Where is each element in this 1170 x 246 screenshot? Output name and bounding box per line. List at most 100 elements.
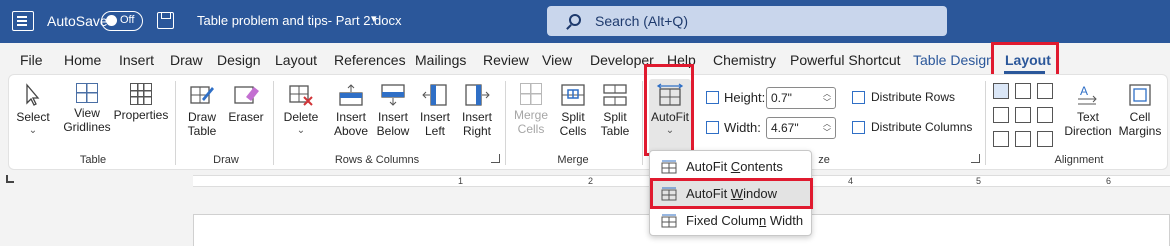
pencil-table-icon bbox=[188, 83, 216, 107]
tab-review[interactable]: Review bbox=[483, 52, 529, 68]
tab-help[interactable]: Help bbox=[667, 52, 696, 68]
split-cells-label-1: Split bbox=[561, 110, 585, 124]
height-value: 0.7" bbox=[771, 91, 792, 105]
select-cursor-icon bbox=[19, 83, 47, 107]
height-label: Height: bbox=[724, 90, 766, 105]
properties-button[interactable]: Properties bbox=[112, 83, 170, 122]
chevron-down-icon: ⌄ bbox=[28, 125, 38, 136]
width-spinner-icon[interactable]: ︿ ﹀ bbox=[823, 119, 831, 137]
split-cells-label-2: Cells bbox=[559, 124, 587, 138]
insert-below-label-2: Below bbox=[376, 124, 410, 138]
insert-left-icon bbox=[421, 83, 449, 107]
cell-margins-label-2: Margins bbox=[1118, 124, 1162, 138]
horizontal-ruler[interactable]: 1 2 3 4 5 6 bbox=[0, 170, 1170, 192]
align-center-icon[interactable] bbox=[1015, 107, 1031, 123]
align-top-left-icon[interactable] bbox=[993, 83, 1009, 99]
split-cells-button[interactable]: Split Cells bbox=[555, 83, 591, 138]
text-direction-label-1: Text bbox=[1076, 110, 1099, 124]
autofit-contents-item[interactable]: AutoFit Contents bbox=[653, 154, 810, 180]
tab-powerful-shortcut[interactable]: Powerful Shortcut bbox=[790, 52, 901, 68]
insert-right-button[interactable]: Insert Right bbox=[457, 83, 497, 138]
draw-table-button[interactable]: Draw Table bbox=[184, 83, 220, 138]
insert-below-button[interactable]: Insert Below bbox=[373, 83, 413, 138]
autosave-toggle[interactable]: Off bbox=[101, 11, 143, 31]
align-bottom-center-icon[interactable] bbox=[1015, 131, 1031, 147]
eraser-button[interactable]: Eraser bbox=[226, 83, 266, 124]
tab-stop-selector-icon[interactable] bbox=[6, 175, 14, 183]
insert-above-icon bbox=[337, 83, 365, 107]
autofit-button[interactable]: AutoFit ⌄ bbox=[649, 79, 691, 153]
table-group-label: Table bbox=[79, 154, 107, 166]
align-top-center-icon[interactable] bbox=[1015, 83, 1031, 99]
distribute-columns-button[interactable]: Distribute Columns bbox=[871, 120, 972, 134]
autofit-label: AutoFit bbox=[650, 110, 689, 124]
insert-right-icon bbox=[463, 83, 491, 107]
split-cells-icon bbox=[559, 83, 587, 107]
select-button[interactable]: Select ⌄ bbox=[15, 83, 51, 138]
tab-table-design[interactable]: Table Design bbox=[913, 52, 994, 68]
align-center-left-icon[interactable] bbox=[993, 107, 1009, 123]
autosave-label: AutoSave bbox=[47, 13, 108, 29]
align-bottom-left-icon[interactable] bbox=[993, 131, 1009, 147]
search-box[interactable]: Search (Alt+Q) bbox=[547, 6, 947, 36]
autofit-contents-icon bbox=[661, 160, 677, 174]
rows-columns-dialog-launcher-icon[interactable] bbox=[491, 154, 500, 163]
split-table-button[interactable]: Split Table bbox=[597, 83, 633, 138]
distribute-rows-button[interactable]: Distribute Rows bbox=[871, 90, 955, 104]
cell-margins-button[interactable]: Cell Margins bbox=[1115, 83, 1165, 138]
tab-table-layout[interactable]: Layout bbox=[1005, 52, 1051, 68]
split-table-icon bbox=[601, 83, 629, 107]
height-spinner-icon[interactable]: ︿ ﹀ bbox=[823, 89, 831, 107]
ruler-number: 4 bbox=[848, 176, 854, 186]
ruler-number: 6 bbox=[1106, 176, 1112, 186]
align-top-right-icon[interactable] bbox=[1037, 83, 1053, 99]
view-gridlines-label-2: Gridlines bbox=[63, 120, 111, 134]
select-label: Select bbox=[16, 110, 50, 124]
draw-table-label-2: Table bbox=[187, 124, 217, 138]
tab-chemistry[interactable]: Chemistry bbox=[713, 52, 776, 68]
tab-references[interactable]: References bbox=[334, 52, 406, 68]
split-table-label-1: Split bbox=[603, 110, 627, 124]
delete-table-icon bbox=[287, 83, 315, 107]
tab-mailings[interactable]: Mailings bbox=[415, 52, 466, 68]
insert-above-button[interactable]: Insert Above bbox=[331, 83, 371, 138]
merge-cells-label-2: Cells bbox=[517, 122, 545, 136]
align-center-right-icon[interactable] bbox=[1037, 107, 1053, 123]
document-title-caret[interactable]: ▾ bbox=[371, 12, 377, 25]
alignment-group-label: Alignment bbox=[1054, 154, 1104, 166]
mnemonic-letter: W bbox=[730, 186, 744, 201]
insert-below-icon bbox=[379, 83, 407, 107]
eraser-icon bbox=[232, 83, 260, 107]
merge-cells-button[interactable]: Merge Cells bbox=[513, 83, 549, 136]
group-separator bbox=[985, 81, 986, 165]
word-app-icon bbox=[12, 11, 34, 31]
height-field[interactable]: 0.7" ︿ ﹀ bbox=[766, 87, 836, 109]
ribbon-tabs: File Home Insert Draw Design Layout Refe… bbox=[0, 43, 1170, 75]
insert-above-label-1: Insert bbox=[335, 110, 366, 124]
search-placeholder: Search (Alt+Q) bbox=[595, 13, 688, 29]
tab-insert[interactable]: Insert bbox=[119, 52, 154, 68]
tab-home[interactable]: Home bbox=[64, 52, 101, 68]
width-field[interactable]: 4.67" ︿ ﹀ bbox=[766, 117, 836, 139]
tab-layout-page[interactable]: Layout bbox=[275, 52, 317, 68]
insert-left-label-1: Insert bbox=[419, 110, 450, 124]
document-area bbox=[0, 192, 1170, 246]
delete-button[interactable]: Delete ⌄ bbox=[281, 83, 321, 138]
distribute-rows-icon bbox=[852, 91, 865, 104]
tab-design[interactable]: Design bbox=[217, 52, 261, 68]
merge-cells-icon bbox=[520, 83, 542, 105]
tab-developer[interactable]: Developer bbox=[590, 52, 654, 68]
view-gridlines-button[interactable]: View Gridlines bbox=[61, 83, 113, 134]
insert-left-button[interactable]: Insert Left bbox=[415, 83, 455, 138]
fixed-column-width-item[interactable]: Fixed Column Width bbox=[653, 208, 810, 234]
text-direction-icon: A bbox=[1074, 83, 1102, 107]
autofit-window-item[interactable]: AutoFit Window bbox=[653, 181, 810, 207]
save-icon[interactable] bbox=[157, 12, 174, 29]
tab-draw[interactable]: Draw bbox=[170, 52, 203, 68]
cell-size-dialog-launcher-icon[interactable] bbox=[971, 154, 980, 163]
align-bottom-right-icon[interactable] bbox=[1037, 131, 1053, 147]
text-direction-button[interactable]: A Text Direction bbox=[1063, 83, 1113, 138]
tab-file[interactable]: File bbox=[20, 52, 43, 68]
distribute-columns-icon bbox=[852, 121, 865, 134]
tab-view[interactable]: View bbox=[542, 52, 572, 68]
